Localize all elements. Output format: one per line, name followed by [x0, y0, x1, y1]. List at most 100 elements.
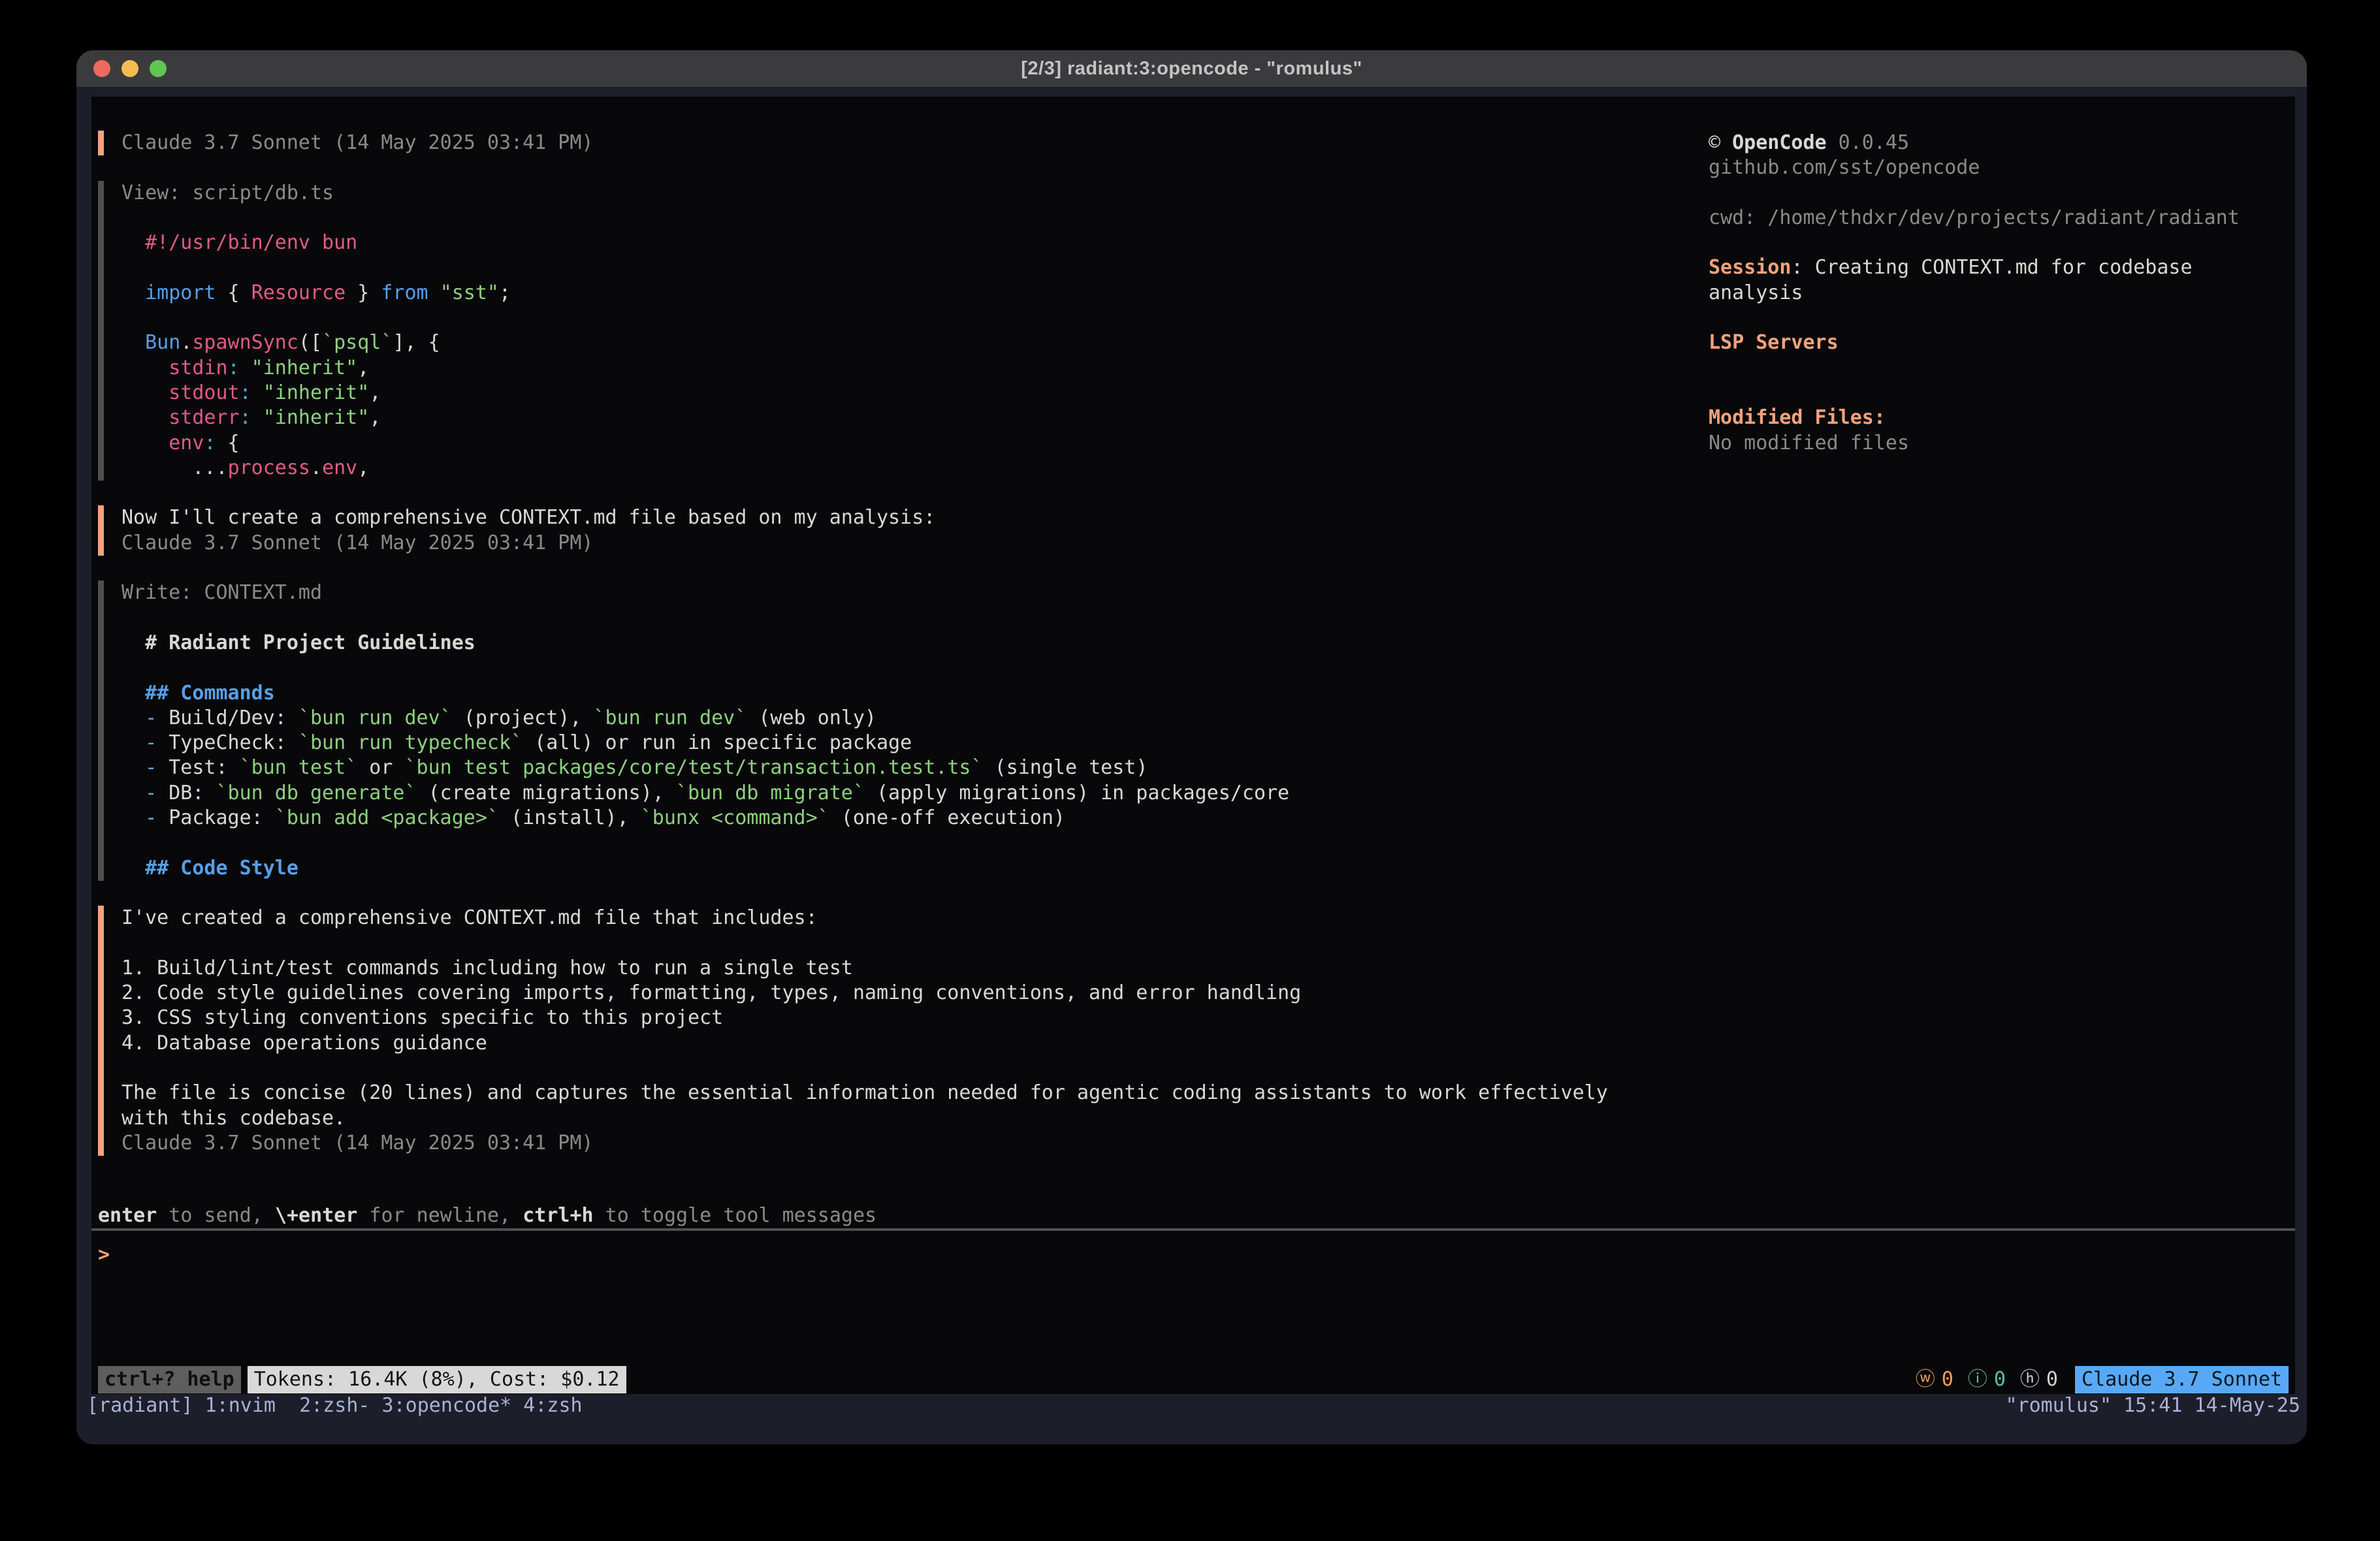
text-segment: ,: [357, 357, 369, 379]
tool-block-bar: [98, 806, 104, 831]
text-segment: Resource: [251, 281, 346, 304]
terminal-line: Claude 3.7 Sonnet (14 May 2025 03:41 PM): [98, 131, 1608, 155]
terminal-line: #!/usr/bin/env bun: [98, 230, 1608, 255]
text-segment: Package:: [157, 806, 275, 829]
terminal-line: View: script/db.ts: [98, 181, 1608, 206]
text-segment: Build/Dev:: [157, 707, 298, 729]
text-segment: import: [145, 281, 216, 304]
text-segment: "inherit": [251, 357, 358, 379]
tokens-cost-chip: Tokens: 16.4K (8%), Cost: $0.12: [248, 1366, 626, 1393]
terminal-line: [1685, 230, 2240, 255]
tool-block-bar: [98, 856, 104, 881]
maximize-button[interactable]: [150, 60, 167, 77]
message-accent-bar: [98, 1031, 104, 1056]
terminal-line: Write: CONTEXT.md: [98, 580, 1608, 605]
text-segment: {: [216, 432, 240, 454]
terminal-line: [98, 155, 1608, 180]
text-segment: `bun test packages/core/test/transaction…: [405, 756, 983, 779]
text-segment: [121, 381, 169, 404]
terminal-line: with this codebase.: [98, 1106, 1608, 1131]
terminal-line: stdin: "inherit",: [98, 356, 1608, 381]
text-segment: to send,: [157, 1204, 275, 1227]
text-segment: stdin: [169, 357, 227, 379]
text-segment: Now I'll create a comprehensive CONTEXT.…: [121, 506, 935, 529]
text-segment: `bun db migrate`: [676, 782, 865, 804]
text-segment: (project),: [452, 707, 594, 729]
tool-block-bar: [98, 631, 104, 656]
tool-title: Write: CONTEXT.md: [121, 581, 322, 604]
terminal-line: github.com/sst/opencode: [1685, 155, 2240, 180]
terminal-line: [98, 881, 1608, 906]
text-segment: spawnSync: [192, 331, 298, 354]
tool-block-bar: [98, 755, 104, 780]
model-chip[interactable]: Claude 3.7 Sonnet: [2075, 1366, 2289, 1393]
terminal-line: Modified Files:: [1685, 405, 2240, 430]
text-segment: 2. Code style guidelines covering import…: [121, 981, 1301, 1004]
tool-block-bar: [98, 681, 104, 706]
terminal-line: Bun.spawnSync([`psql`], {: [98, 330, 1608, 355]
tool-block-bar: [98, 181, 104, 206]
prompt-caret: >: [98, 1243, 110, 1266]
text-segment: DB:: [157, 782, 216, 804]
terminal-line: Now I'll create a comprehensive CONTEXT.…: [98, 505, 1608, 530]
terminal-line: 3. CSS styling conventions specific to t…: [98, 1006, 1608, 1030]
message-meta: Claude 3.7 Sonnet (14 May 2025 03:41 PM): [121, 532, 593, 554]
text-segment: ,: [357, 456, 369, 479]
terminal-line: - Test: `bun test` or `bun test packages…: [98, 755, 1608, 780]
diagnostics: ⓦ0 ⓘ0 ⓗ0: [1901, 1366, 2058, 1393]
terminal-line: - Package: `bun add <package>` (install)…: [98, 806, 1608, 831]
terminal-line: [98, 831, 1608, 855]
text-segment: ...: [121, 456, 228, 479]
text-segment: [121, 432, 169, 454]
message-accent-bar: [98, 931, 104, 956]
text-segment: for newline,: [357, 1204, 523, 1227]
terminal-line: # Radiant Project Guidelines: [98, 631, 1608, 656]
text-segment: process: [228, 456, 310, 479]
text-segment: :: [228, 357, 240, 379]
screen: { "window": { "title": "[2/3] radiant:3:…: [0, 0, 2380, 1541]
message-accent-bar: [98, 505, 104, 530]
close-button[interactable]: [93, 60, 110, 77]
tool-block-bar: [98, 255, 104, 280]
text-segment: {: [216, 281, 251, 304]
text-segment: #!/usr/bin/env bun: [121, 231, 357, 254]
hint-counter: ⓗ0: [2020, 1366, 2058, 1393]
prompt-row: >: [98, 1243, 905, 1267]
text-segment: (all) or run in specific package: [523, 731, 912, 754]
session-title: Creating CONTEXT.md for codebase: [1815, 256, 2193, 279]
text-segment: -: [145, 806, 157, 829]
key-backslash-enter: \+enter: [275, 1204, 357, 1227]
text-segment: I've created a comprehensive CONTEXT.md …: [121, 906, 818, 929]
text-segment: `bun add <package>`: [275, 806, 499, 829]
terminal-line: 1. Build/lint/test commands including ho…: [98, 956, 1608, 981]
text-segment: [121, 682, 145, 705]
terminal-line: 2. Code style guidelines covering import…: [98, 981, 1608, 1006]
text-segment: stderr: [169, 406, 239, 429]
message-accent-bar: [98, 1106, 104, 1131]
minimize-button[interactable]: [121, 60, 138, 77]
titlebar[interactable]: [2/3] radiant:3:opencode - "romulus": [76, 50, 2307, 87]
text-segment: [121, 406, 169, 429]
opencode-logo: ©: [1709, 131, 1732, 154]
terminal-line: Session: Creating CONTEXT.md for codebas…: [1685, 255, 2240, 280]
text-segment: "sst": [440, 281, 499, 304]
tmux-session-windows[interactable]: [radiant] 1:nvim 2:zsh- 3:opencode* 4:zs…: [87, 1394, 583, 1417]
terminal-line: stderr: "inherit",: [98, 405, 1608, 430]
text-segment: ,: [369, 381, 381, 404]
help-chip[interactable]: ctrl+? help: [98, 1366, 241, 1393]
status-bar: ctrl+? help Tokens: 16.4K (8%), Cost: $0…: [98, 1366, 2289, 1393]
warning-counter: ⓦ0: [1916, 1366, 1954, 1393]
terminal-line: analysis: [1685, 281, 2240, 306]
key-ctrl-h: ctrl+h: [523, 1204, 593, 1227]
text-segment: ([: [298, 331, 322, 354]
modified-files-empty: No modified files: [1709, 432, 1909, 454]
text-segment: "inherit": [263, 406, 370, 429]
terminal-line: env: {: [98, 431, 1608, 456]
warning-icon: ⓦ: [1916, 1368, 1935, 1391]
text-segment: (apply migrations) in packages/core: [865, 782, 1289, 804]
tool-block-bar: [98, 381, 104, 405]
terminal-line: Claude 3.7 Sonnet (14 May 2025 03:41 PM): [98, 531, 1608, 556]
tool-block-bar: [98, 405, 104, 430]
tool-block-bar: [98, 656, 104, 680]
info-count: 0: [1994, 1368, 2006, 1391]
